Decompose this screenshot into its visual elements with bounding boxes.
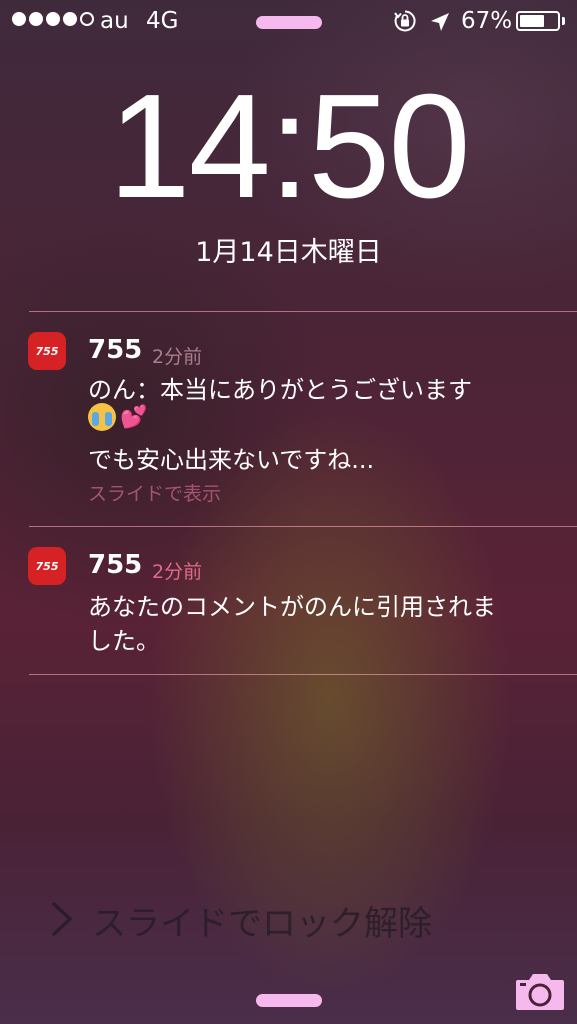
signal-dot xyxy=(46,12,60,26)
notification-emoji-line: 💕 xyxy=(88,402,147,431)
app-icon-label: 755 xyxy=(35,344,59,358)
signal-dot xyxy=(29,12,43,26)
signal-strength-icon xyxy=(12,12,94,26)
battery-icon xyxy=(516,11,560,31)
notification-body-line: あなたのコメントがのんに引用されま xyxy=(88,593,496,621)
signal-dot xyxy=(12,12,26,26)
carrier-name: au xyxy=(100,8,129,34)
network-type: 4G xyxy=(146,8,179,34)
chevron-right-icon xyxy=(52,902,73,936)
notification-body-line: でも安心出来ないですね... xyxy=(88,446,375,474)
crying-face-emoji xyxy=(88,403,116,431)
slide-to-unlock[interactable]: スライドでロック解除 xyxy=(92,896,432,945)
notification-app-name: 755 xyxy=(88,335,143,365)
notification-body-line: した。 xyxy=(88,627,160,655)
app-icon-label: 755 xyxy=(35,559,59,573)
orientation-lock-icon xyxy=(394,10,416,32)
signal-dot xyxy=(63,12,77,26)
lock-clock: 14:50 xyxy=(108,64,470,229)
camera-icon[interactable] xyxy=(514,970,566,1012)
battery-fill xyxy=(520,15,544,27)
divider xyxy=(29,674,577,675)
battery-percentage: 67% xyxy=(461,8,513,34)
two-hearts-emoji: 💕 xyxy=(120,404,148,430)
battery-cap xyxy=(562,17,565,25)
signal-dot-empty xyxy=(80,12,94,26)
notification-item[interactable]: 755 755 2分前 のん：本当にありがとうございます 💕 でも安心出来ないで… xyxy=(0,311,577,526)
app-icon-755: 755 xyxy=(28,547,66,585)
location-arrow-icon xyxy=(431,13,449,31)
slide-to-view-action[interactable]: スライドで表示 xyxy=(88,479,221,506)
lock-date: 1月14日木曜日 xyxy=(195,237,382,268)
notification-item[interactable]: 755 755 2分前 あなたのコメントがのんに引用されま した。 xyxy=(0,526,577,674)
notification-app-name: 755 xyxy=(88,550,143,580)
notification-center-grabber[interactable] xyxy=(256,16,322,29)
notification-body-line: のん：本当にありがとうございます xyxy=(88,376,472,404)
notification-time: 2分前 xyxy=(152,561,203,583)
control-center-grabber[interactable] xyxy=(256,994,322,1007)
notification-time: 2分前 xyxy=(152,346,203,368)
app-icon-755: 755 xyxy=(28,332,66,370)
